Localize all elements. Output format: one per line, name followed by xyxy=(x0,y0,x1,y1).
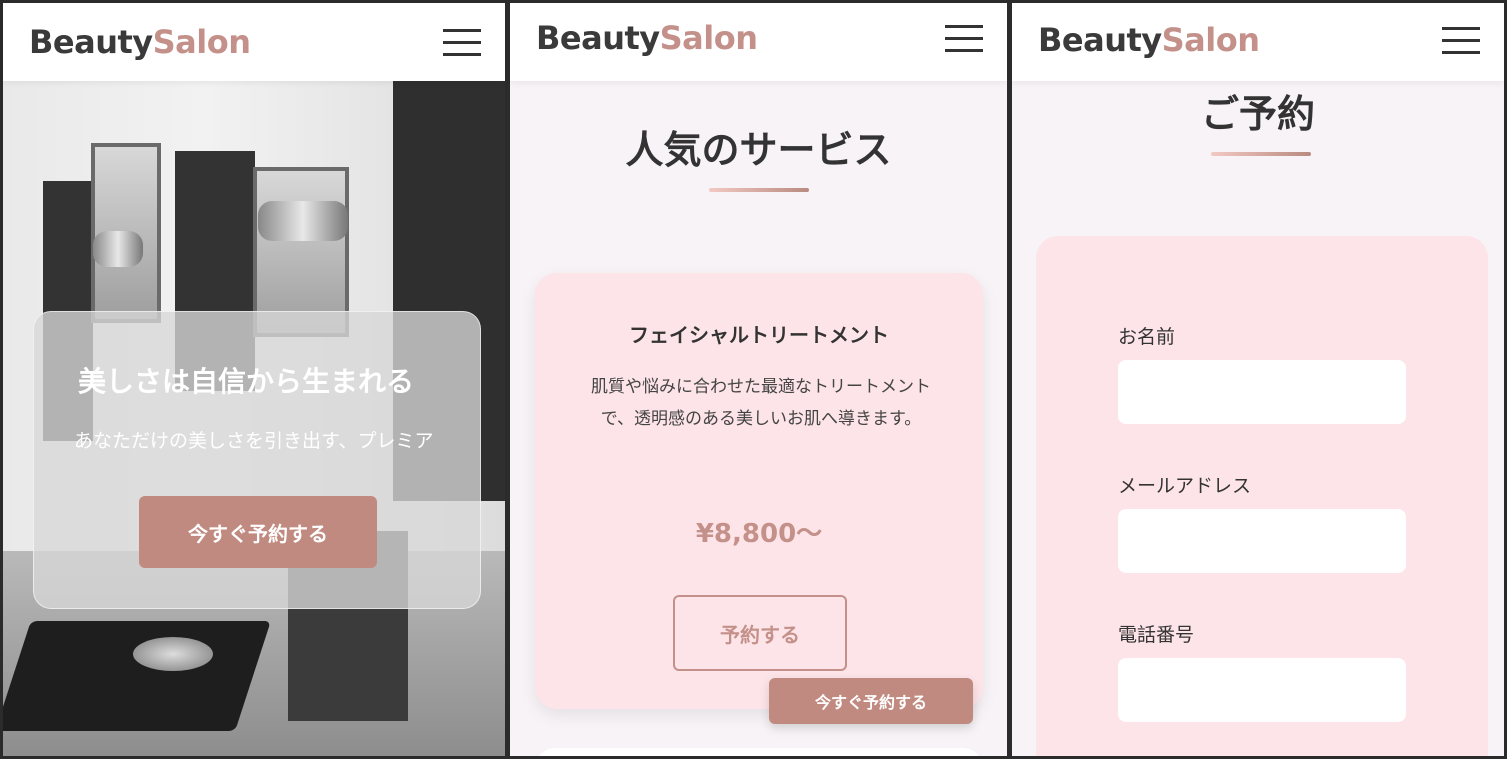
hamburger-menu-icon[interactable] xyxy=(1442,27,1480,55)
hero-glass-card: 美しさは自信から生まれる あなただけの美しさを引き出す、プレミア 今すぐ予約する xyxy=(33,311,481,609)
hero-subtitle: あなただけの美しさを引き出す、プレミア xyxy=(74,430,434,452)
photo-chair-base xyxy=(133,637,213,671)
hero-title: 美しさは自信から生まれる xyxy=(78,365,415,398)
floating-book-now-button[interactable]: 今すぐ予約する xyxy=(769,678,973,724)
name-label: お名前 xyxy=(1118,326,1176,348)
photo-floor-mat xyxy=(3,621,271,731)
book-now-button[interactable]: 今すぐ予約する xyxy=(139,496,377,568)
site-header: BeautySalon xyxy=(510,3,1007,81)
title-divider xyxy=(709,188,809,192)
photo-duct xyxy=(258,201,348,241)
brand-logo[interactable]: BeautySalon xyxy=(1038,21,1260,59)
hero-section: 美しさは自信から生まれる あなただけの美しさを引き出す、プレミア 今すぐ予約する xyxy=(3,81,505,756)
service-name: フェイシャルトリートメント xyxy=(629,323,889,347)
email-field[interactable] xyxy=(1118,509,1406,573)
brand-logo-part1: Beauty xyxy=(1038,21,1162,59)
brand-logo-part2: Salon xyxy=(1161,21,1260,59)
reservation-section-title: ご予約 xyxy=(1200,92,1315,136)
service-description: 肌質や悩みに合わせた最適なトリートメントで、透明感のある美しいお肌へ導きます。 xyxy=(591,377,931,429)
brand-logo[interactable]: BeautySalon xyxy=(29,23,251,61)
photo-duct xyxy=(93,231,143,267)
mobile-view-services: BeautySalon 人気のサービス フェイシャルトリートメント 肌質や悩みに… xyxy=(508,0,1010,759)
reservation-form: お名前 メールアドレス 電話番号 xyxy=(1036,236,1488,756)
service-card: フェイシャルトリートメント 肌質や悩みに合わせた最適なトリートメントで、透明感の… xyxy=(535,273,983,709)
service-card-next xyxy=(535,748,983,756)
service-book-button[interactable]: 予約する xyxy=(673,595,847,671)
title-divider xyxy=(1211,152,1311,156)
brand-logo[interactable]: BeautySalon xyxy=(536,19,758,57)
site-header: BeautySalon xyxy=(1012,3,1504,81)
site-header: BeautySalon xyxy=(3,3,505,81)
name-field[interactable] xyxy=(1118,360,1406,424)
services-section-title: 人気のサービス xyxy=(625,128,892,172)
service-price: ¥8,800〜 xyxy=(695,519,823,549)
hamburger-menu-icon[interactable] xyxy=(443,29,481,57)
brand-logo-part1: Beauty xyxy=(29,23,153,61)
email-label: メールアドレス xyxy=(1118,475,1252,497)
mobile-view-hero: BeautySalon 美しさは自信から生まれる あなただけの美しさを引き出す、… xyxy=(0,0,508,759)
brand-logo-part2: Salon xyxy=(659,19,758,57)
phone-field[interactable] xyxy=(1118,658,1406,722)
brand-logo-part2: Salon xyxy=(152,23,251,61)
brand-logo-part1: Beauty xyxy=(536,19,660,57)
phone-label: 電話番号 xyxy=(1118,624,1195,646)
mobile-view-reservation: BeautySalon ご予約 お名前 メールアドレス 電話番号 xyxy=(1010,0,1507,759)
hamburger-menu-icon[interactable] xyxy=(945,25,983,53)
